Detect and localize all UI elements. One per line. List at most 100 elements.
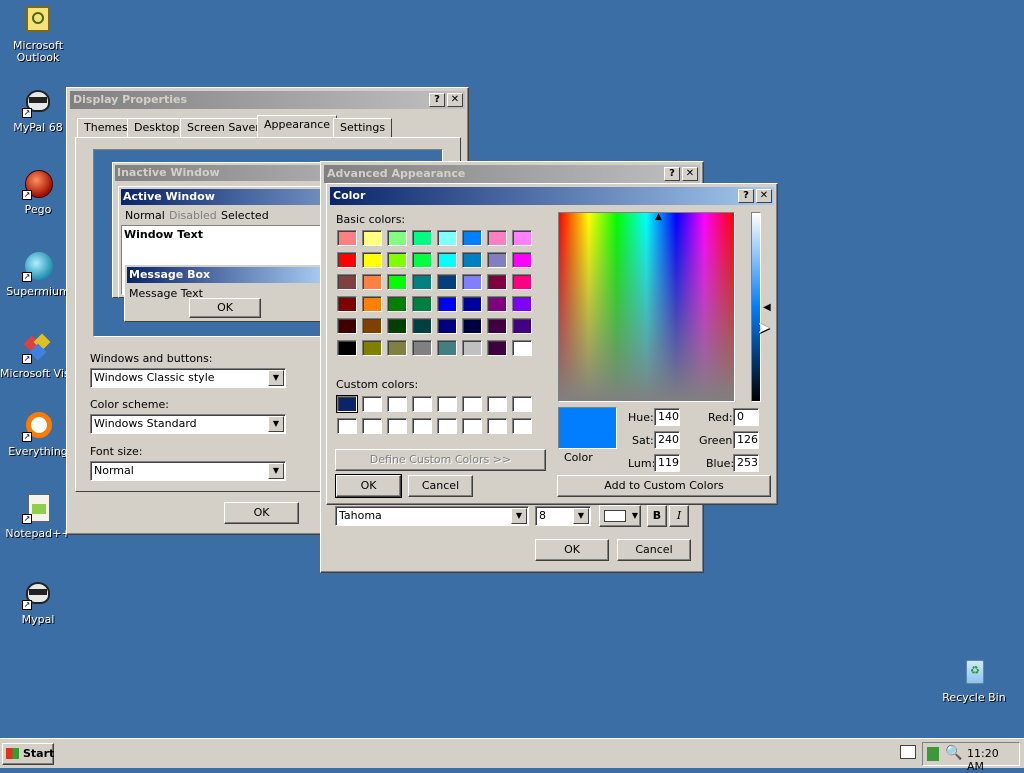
color-ok-button[interactable]: OK: [335, 474, 402, 498]
desktop-icon-pego[interactable]: ↗ Pego: [0, 168, 76, 216]
color-swatch[interactable]: [412, 296, 432, 312]
lum-input[interactable]: 119: [654, 454, 680, 472]
color-swatch[interactable]: [337, 340, 357, 356]
font-size-select[interactable]: Normal ▼: [90, 461, 286, 481]
keyboard-icon[interactable]: [900, 745, 916, 759]
color-swatch[interactable]: [462, 230, 482, 246]
color-swatch[interactable]: [412, 230, 432, 246]
help-button[interactable]: ?: [429, 93, 445, 107]
color-swatch[interactable]: [387, 396, 407, 412]
color-swatch[interactable]: [362, 230, 382, 246]
color-swatch[interactable]: [362, 396, 382, 412]
desktop-icon-notepadpp[interactable]: ↗ Notepad++: [0, 492, 76, 540]
color-swatch[interactable]: [462, 396, 482, 412]
color-swatch[interactable]: [362, 252, 382, 268]
luminance-arrow-icon[interactable]: ◀: [763, 302, 771, 313]
chevron-down-icon[interactable]: ▼: [268, 416, 284, 432]
color-swatch[interactable]: [512, 318, 532, 334]
define-custom-colors-button[interactable]: Define Custom Colors >>: [335, 449, 546, 471]
start-button[interactable]: Start: [2, 743, 54, 765]
luminance-slider[interactable]: [751, 212, 761, 402]
color-swatch[interactable]: [412, 340, 432, 356]
color-swatch[interactable]: [387, 296, 407, 312]
color-swatch[interactable]: [412, 318, 432, 334]
help-button[interactable]: ?: [738, 189, 754, 203]
desktop-icon-recycle-bin[interactable]: ♻ Recycle Bin: [936, 656, 1012, 704]
color-swatch[interactable]: [412, 274, 432, 290]
display-ok-button[interactable]: OK: [224, 502, 299, 524]
color-swatch[interactable]: [412, 252, 432, 268]
color-swatch[interactable]: [512, 396, 532, 412]
color-swatch[interactable]: [437, 230, 457, 246]
color-swatch[interactable]: [337, 296, 357, 312]
color-swatch[interactable]: [337, 230, 357, 246]
close-button[interactable]: ✕: [756, 189, 772, 203]
color-scheme-select[interactable]: Windows Standard ▼: [90, 414, 286, 434]
color-swatch[interactable]: [462, 252, 482, 268]
color-swatch[interactable]: [437, 274, 457, 290]
color-swatch[interactable]: [462, 296, 482, 312]
color-cancel-button[interactable]: Cancel: [408, 475, 473, 497]
search-icon[interactable]: 🔍: [945, 745, 962, 761]
tab-settings[interactable]: Settings: [333, 118, 393, 138]
desktop-icon-mypal[interactable]: ↗ Mypal: [0, 578, 76, 626]
color-swatch[interactable]: [462, 418, 482, 434]
hue-input[interactable]: 140: [654, 408, 680, 426]
bold-button[interactable]: B: [647, 505, 667, 527]
color-swatch[interactable]: [512, 340, 532, 356]
italic-button[interactable]: I: [669, 505, 689, 527]
color-swatch[interactable]: [437, 296, 457, 312]
desktop-icon-outlook[interactable]: Microsoft Outlook: [0, 4, 76, 64]
chevron-down-icon[interactable]: ▼: [268, 370, 284, 386]
color-swatch[interactable]: [462, 274, 482, 290]
chevron-down-icon[interactable]: ▼: [511, 508, 527, 524]
desktop-icon-visual-studio[interactable]: ↗ Microsoft Visual Studio 2008: [0, 332, 76, 380]
color-swatch[interactable]: [362, 340, 382, 356]
advanced-ok-button[interactable]: OK: [535, 539, 609, 561]
add-to-custom-colors-button[interactable]: Add to Custom Colors: [557, 475, 771, 497]
color-swatch[interactable]: [337, 252, 357, 268]
color-swatch[interactable]: [487, 252, 507, 268]
tab-screen-saver[interactable]: Screen Saver: [180, 118, 267, 138]
windows-buttons-select[interactable]: Windows Classic style ▼: [90, 368, 286, 388]
color-swatch[interactable]: [487, 274, 507, 290]
color-swatch[interactable]: [512, 418, 532, 434]
color-swatch[interactable]: [487, 418, 507, 434]
color-swatch[interactable]: [437, 340, 457, 356]
color-swatch[interactable]: [337, 318, 357, 334]
green-input[interactable]: 126: [733, 431, 759, 449]
network-icon[interactable]: [927, 747, 939, 761]
color-swatch[interactable]: [487, 340, 507, 356]
tab-appearance[interactable]: Appearance: [257, 115, 338, 138]
font-select[interactable]: Tahoma ▼: [335, 506, 529, 526]
color-swatch[interactable]: [362, 418, 382, 434]
color-swatch[interactable]: [462, 340, 482, 356]
color-swatch[interactable]: [437, 252, 457, 268]
sat-input[interactable]: 240: [654, 431, 680, 449]
desktop-icon-mypal68[interactable]: ↗ MyPal 68: [0, 86, 76, 134]
desktop-icon-everything[interactable]: ↗ Everything: [0, 410, 76, 458]
help-button[interactable]: ?: [664, 167, 680, 181]
color-swatch[interactable]: [387, 418, 407, 434]
color-swatch[interactable]: [362, 274, 382, 290]
color-swatch[interactable]: [387, 274, 407, 290]
chevron-down-icon[interactable]: ▼: [268, 463, 284, 479]
desktop-icon-supermium[interactable]: ↗ Supermium: [0, 250, 76, 298]
color-swatch[interactable]: [487, 396, 507, 412]
color-swatch[interactable]: [387, 230, 407, 246]
advanced-cancel-button[interactable]: Cancel: [617, 539, 691, 561]
color-spectrum[interactable]: ▲: [558, 212, 735, 402]
red-input[interactable]: 0: [733, 408, 759, 426]
color-swatch[interactable]: [362, 296, 382, 312]
color-swatch[interactable]: [337, 418, 357, 434]
tab-desktop[interactable]: Desktop: [127, 118, 187, 138]
close-button[interactable]: ✕: [682, 167, 698, 181]
color-swatch[interactable]: [512, 230, 532, 246]
chevron-down-icon[interactable]: ▼: [573, 508, 589, 524]
color-swatch[interactable]: [412, 396, 432, 412]
font-color-button[interactable]: ▼: [599, 505, 641, 527]
color-swatch[interactable]: [437, 396, 457, 412]
color-swatch[interactable]: [487, 318, 507, 334]
color-swatch[interactable]: [512, 296, 532, 312]
color-swatch[interactable]: [487, 230, 507, 246]
